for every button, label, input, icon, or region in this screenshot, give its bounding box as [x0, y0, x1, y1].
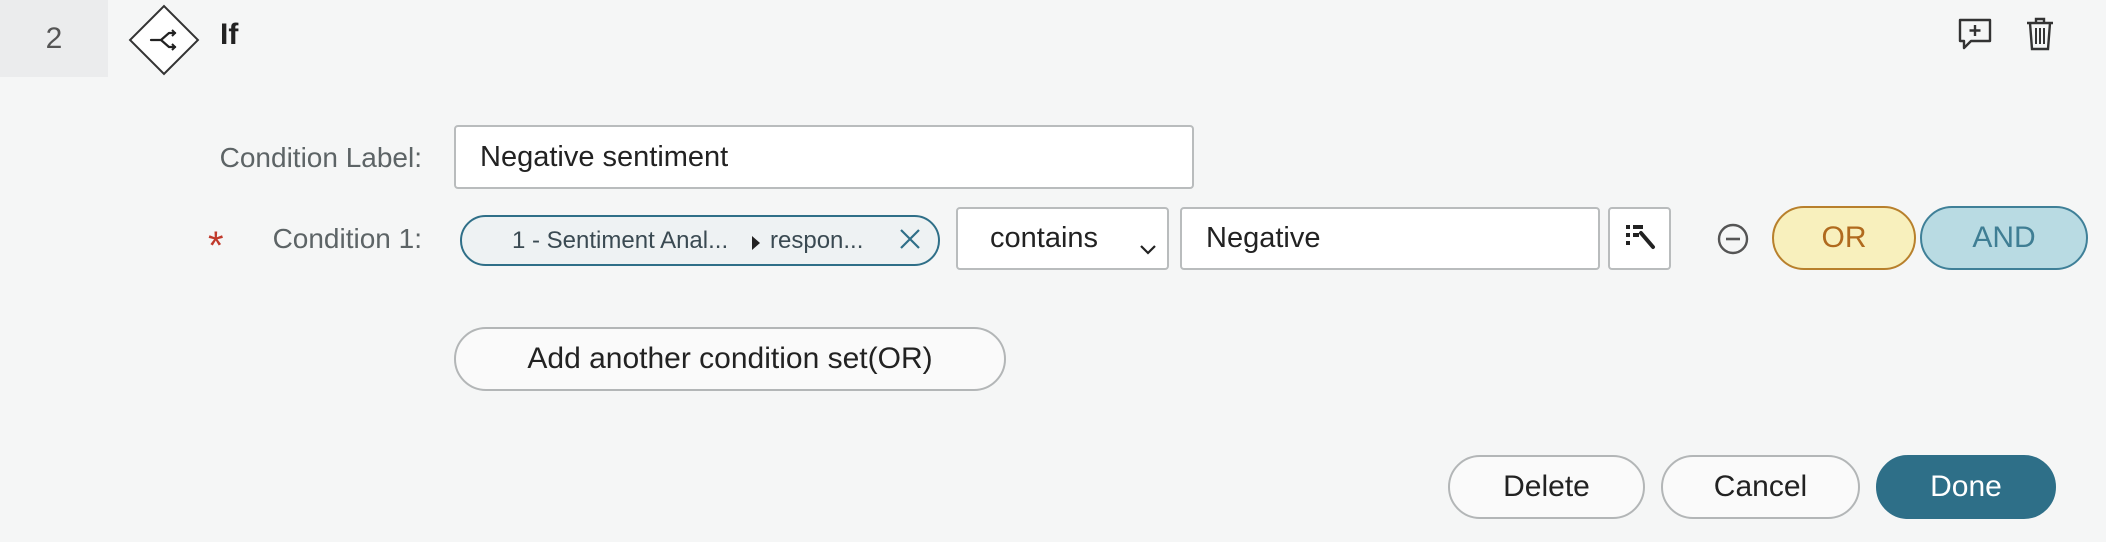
- and-button[interactable]: AND: [1920, 206, 2088, 270]
- variable-source: 1 - Sentiment Anal...: [512, 226, 729, 254]
- delete-button[interactable]: Delete: [1448, 455, 1645, 519]
- required-marker: *: [208, 224, 224, 268]
- condition-label-input[interactable]: Negative sentiment: [454, 125, 1194, 189]
- done-button[interactable]: Done: [1876, 455, 2056, 519]
- condition-value-input[interactable]: Negative: [1180, 207, 1600, 270]
- branch-icon: [141, 17, 187, 63]
- variable-picker-icon: [1624, 222, 1656, 255]
- step-title: If: [220, 18, 239, 51]
- add-condition-set-button[interactable]: Add another condition set(OR): [454, 327, 1006, 391]
- operator-select[interactable]: contains: [956, 207, 1169, 270]
- step-number-text: 2: [45, 21, 63, 55]
- caret-right-icon: [750, 231, 762, 259]
- condition-label-label: Condition Label:: [219, 142, 422, 173]
- or-button[interactable]: OR: [1772, 206, 1916, 270]
- variable-picker-button[interactable]: [1608, 207, 1671, 270]
- comment-plus-icon[interactable]: [1955, 14, 1995, 54]
- clear-variable-icon[interactable]: [898, 227, 922, 258]
- variable-pill[interactable]: 1 - Sentiment Anal... respon...: [460, 215, 940, 266]
- chevron-down-icon: [1139, 231, 1157, 264]
- trash-icon[interactable]: [2020, 14, 2060, 54]
- operator-value: contains: [990, 222, 1099, 254]
- variable-field: respon...: [770, 226, 864, 254]
- step-number: 2: [0, 0, 108, 77]
- condition-1-label: Condition 1:: [272, 223, 422, 254]
- cancel-button[interactable]: Cancel: [1661, 455, 1860, 519]
- remove-condition-icon[interactable]: [1716, 222, 1750, 256]
